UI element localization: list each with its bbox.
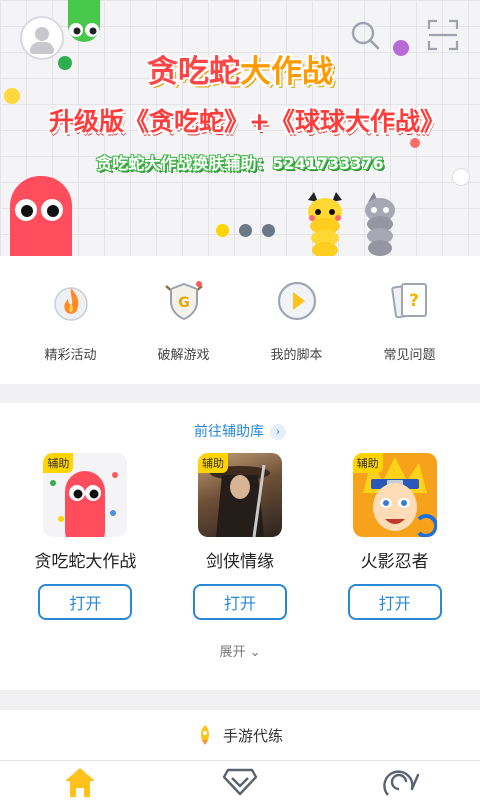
search-icon[interactable] xyxy=(348,18,382,52)
yellow-snake-illustration xyxy=(308,192,342,256)
app-card: 辅助 火影忍者 打开 xyxy=(320,453,470,620)
assistant-library-label: 前往辅助库 xyxy=(194,424,264,440)
quick-menu-my-scripts[interactable]: 我的脚本 xyxy=(247,256,347,384)
banner-pager-dot-active[interactable] xyxy=(216,224,229,237)
naruto-game-icon[interactable]: 辅助 xyxy=(352,453,437,537)
assist-badge: 辅助 xyxy=(43,453,74,473)
app-card: 辅助 贪吃蛇大作战 打开 xyxy=(10,453,160,620)
open-button[interactable]: 打开 xyxy=(192,584,287,620)
expand-toggle[interactable]: 展开 ⌄ xyxy=(0,641,480,660)
banner-pager-dot[interactable] xyxy=(239,224,252,237)
banner-pager-dot[interactable] xyxy=(262,224,275,237)
scan-icon[interactable] xyxy=(426,18,460,52)
app-name: 火影忍者 xyxy=(360,552,429,572)
assist-badge: 辅助 xyxy=(197,453,228,473)
grey-snake-illustration xyxy=(365,192,395,256)
avatar-body xyxy=(30,42,54,54)
jianxia-game-icon[interactable]: 辅助 xyxy=(197,453,282,537)
flame-icon xyxy=(53,287,88,321)
chevron-right-icon: › xyxy=(270,424,286,440)
avatar[interactable] xyxy=(20,16,64,60)
assistant-app-list: 辅助 贪吃蛇大作战 打开 辅助 剑侠情缘 打开 辅助 火影忍者 打开 xyxy=(0,453,480,620)
bottom-tab-bar xyxy=(0,760,480,800)
green-snake-illustration xyxy=(68,0,100,42)
rocket-icon xyxy=(200,725,209,745)
quick-menu-events[interactable]: 精彩活动 xyxy=(21,256,121,384)
quick-menu-cracked-games[interactable]: G 破解游戏 xyxy=(134,256,234,384)
top-banner[interactable]: 贪吃蛇大作战 升级版《贪吃蛇》+《球球大作战》 贪吃蛇大作战换肤辅助：52417… xyxy=(0,0,480,256)
snake-game-icon[interactable]: 辅助 xyxy=(43,453,128,537)
game-boosting-label: 手游代练 xyxy=(222,726,283,745)
banner-title: 贪吃蛇大作战 xyxy=(147,54,333,90)
leaf-village-icon xyxy=(383,769,420,796)
decor-dot xyxy=(410,138,420,148)
tab-discover[interactable] xyxy=(200,761,280,800)
open-button[interactable]: 打开 xyxy=(38,584,133,620)
assist-badge: 辅助 xyxy=(352,453,383,473)
app-card: 辅助 剑侠情缘 打开 xyxy=(165,453,315,620)
svg-text:G: G xyxy=(178,295,190,311)
diamond-icon xyxy=(223,768,257,795)
avatar-head xyxy=(35,27,49,41)
banner-helper-line: 贪吃蛇大作战换肤辅助：5241733376 xyxy=(96,154,384,173)
assistant-section: 前往辅助库 › 辅助 贪吃蛇大作战 打开 辅助 剑侠情缘 打开 辅助 火影忍者 … xyxy=(0,403,480,690)
tab-home[interactable] xyxy=(40,761,120,800)
home-icon xyxy=(65,767,95,797)
banner-subtitle: 升级版《贪吃蛇》+《球球大作战》 xyxy=(49,107,445,136)
open-button[interactable]: 打开 xyxy=(347,584,442,620)
quick-menu-faq[interactable]: ? 常见问题 xyxy=(360,256,460,384)
assistant-library-link[interactable]: 前往辅助库 › xyxy=(0,421,480,441)
svg-text:?: ? xyxy=(409,291,419,311)
game-boosting-row[interactable]: 手游代练 xyxy=(0,710,480,760)
question-card-icon: ? xyxy=(390,283,427,319)
app-name: 剑侠情缘 xyxy=(205,552,274,572)
app-name: 贪吃蛇大作战 xyxy=(34,552,137,572)
tab-profile[interactable] xyxy=(360,761,440,800)
quick-menu-label: 精彩活动 xyxy=(44,348,97,363)
shield-g-icon: G xyxy=(164,281,203,321)
red-snake-illustration xyxy=(10,176,72,256)
play-icon xyxy=(277,281,316,321)
quick-menu-label: 常见问题 xyxy=(383,348,436,363)
quick-menu: 精彩活动 G 破解游戏 我的脚本 ? 常见问题 xyxy=(0,256,480,384)
quick-menu-label: 我的脚本 xyxy=(270,348,323,363)
quick-menu-label: 破解游戏 xyxy=(157,348,210,363)
